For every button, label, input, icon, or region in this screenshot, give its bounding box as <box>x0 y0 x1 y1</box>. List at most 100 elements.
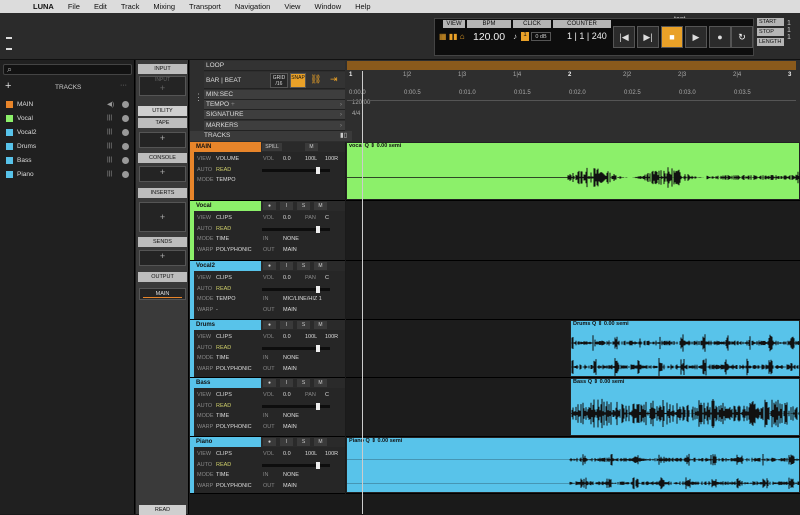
in-value[interactable]: MIC/LINE/HIZ 1 <box>283 294 322 305</box>
console-slot[interactable]: + <box>139 166 186 182</box>
pan-left-value[interactable]: 100L <box>305 154 317 165</box>
mute-button[interactable]: M <box>305 143 318 151</box>
tape-slot[interactable]: + <box>139 132 186 148</box>
record-arm-icon[interactable] <box>122 157 129 164</box>
output-section[interactable]: OUTPUT <box>138 272 187 282</box>
rulers-menu-icon[interactable]: ⋮ <box>194 92 203 103</box>
sends-section[interactable]: SENDS <box>138 237 187 247</box>
input-monitor-button[interactable]: I <box>280 202 293 210</box>
sends-slot[interactable]: + <box>139 250 186 266</box>
menu-edit[interactable]: Edit <box>87 2 114 11</box>
click-level[interactable]: 0 dB <box>531 32 551 41</box>
forward-button[interactable]: ▶| <box>637 26 659 48</box>
tempo-label[interactable]: TEMPO + › <box>204 100 345 110</box>
vol-value[interactable]: 0.0 <box>283 332 291 343</box>
pan-value[interactable]: C <box>325 273 329 284</box>
panel-toggle-icon[interactable] <box>6 37 12 52</box>
solo-button[interactable]: S <box>297 262 310 270</box>
volume-fader[interactable] <box>262 166 330 174</box>
vol-value[interactable]: 0.0 <box>283 273 291 284</box>
menu-file[interactable]: File <box>61 2 87 11</box>
search-input[interactable]: ⌕ <box>3 64 132 75</box>
volume-fader-knob[interactable] <box>316 225 321 233</box>
input-monitor-button[interactable]: I <box>280 321 293 329</box>
volume-fader[interactable] <box>262 225 330 233</box>
pan-left-value[interactable]: 100L <box>305 332 317 343</box>
volume-fader-knob[interactable] <box>316 285 321 293</box>
solo-button[interactable]: S <box>297 202 310 210</box>
loop-button[interactable]: ↻ <box>731 26 753 48</box>
pan-right-value[interactable]: 100R <box>325 449 338 460</box>
input-slot[interactable]: INPUT + <box>139 76 186 96</box>
vol-value[interactable]: 0.0 <box>283 449 291 460</box>
length-label[interactable]: LENGTH <box>757 38 784 46</box>
track-list-item[interactable]: Vocal2 ||| <box>0 126 135 140</box>
menu-track[interactable]: Track <box>114 2 146 11</box>
link-icon[interactable]: ⛓ <box>310 74 324 86</box>
tape-section[interactable]: TAPE <box>138 118 187 128</box>
solo-button[interactable]: S <box>297 438 310 446</box>
out-value[interactable]: MAIN <box>283 422 297 433</box>
mute-button[interactable]: M <box>314 379 327 387</box>
mute-button[interactable]: M <box>314 321 327 329</box>
pan-value[interactable]: C <box>325 390 329 401</box>
auto-value[interactable]: READ <box>216 460 231 471</box>
warp-value[interactable]: POLYPHONIC <box>216 245 252 256</box>
spill-button[interactable]: SPILL <box>262 143 282 151</box>
menu-view[interactable]: View <box>277 2 307 11</box>
console-section[interactable]: CONSOLE <box>138 153 187 163</box>
tempo-add[interactable]: + <box>231 101 235 108</box>
record-button[interactable]: ● <box>263 321 276 329</box>
view-value[interactable]: VOLUME <box>216 154 239 165</box>
auto-value[interactable]: READ <box>216 224 231 235</box>
pan-right-value[interactable]: 100R <box>325 332 338 343</box>
volume-fader[interactable] <box>262 461 330 469</box>
record-arm-icon[interactable] <box>122 143 129 150</box>
pan-left-value[interactable]: 100L <box>305 449 317 460</box>
counter-value[interactable]: 1 | 1 | 240 <box>567 31 607 41</box>
record-button[interactable]: ● <box>263 379 276 387</box>
record-button[interactable]: ● <box>263 262 276 270</box>
menu-navigation[interactable]: Navigation <box>228 2 277 11</box>
menu-app[interactable]: LUNA <box>26 2 61 11</box>
play-button[interactable]: ▶ <box>685 26 707 48</box>
audio-clip[interactable]: Bass Q ⇕ 0.00 semi <box>570 378 800 436</box>
volume-fader[interactable] <box>262 285 330 293</box>
tempo-expand-icon[interactable]: › <box>340 100 342 110</box>
in-value[interactable]: NONE <box>283 234 299 245</box>
view-value[interactable]: CLIPS <box>216 449 232 460</box>
menu-mixing[interactable]: Mixing <box>146 2 182 11</box>
in-value[interactable]: NONE <box>283 411 299 422</box>
follow-icon[interactable]: ⇥ <box>330 74 342 86</box>
out-value[interactable]: MAIN <box>283 364 297 375</box>
solo-button[interactable]: S <box>297 379 310 387</box>
warp-value[interactable]: POLYPHONIC <box>216 364 252 375</box>
more-icon[interactable]: ··· <box>120 82 127 89</box>
stop-label[interactable]: STOP <box>757 28 784 36</box>
record-button[interactable]: ● <box>263 202 276 210</box>
record-button[interactable]: ● <box>709 26 731 48</box>
tracks-section-icon[interactable]: ▮▯ <box>340 131 347 141</box>
volume-fader-knob[interactable] <box>316 461 321 469</box>
input-section[interactable]: INPUT <box>138 64 187 74</box>
audio-clip[interactable]: Drums Q ⇕ 0.00 semi <box>570 320 800 377</box>
warp-value[interactable]: POLYPHONIC <box>216 481 252 492</box>
volume-fader-knob[interactable] <box>316 344 321 352</box>
menu-window[interactable]: Window <box>307 2 348 11</box>
mode-value[interactable]: TEMPO <box>216 294 236 305</box>
mode-value[interactable]: TIME <box>216 234 229 245</box>
record-arm-icon[interactable] <box>122 101 129 108</box>
vol-value[interactable]: 0.0 <box>283 213 291 224</box>
auto-value[interactable]: READ <box>216 284 231 295</box>
input-monitor-button[interactable]: I <box>280 438 293 446</box>
pan-value[interactable]: C <box>325 213 329 224</box>
loop-range[interactable] <box>347 61 796 70</box>
volume-fader[interactable] <box>262 344 330 352</box>
input-monitor-button[interactable]: I <box>280 262 293 270</box>
track-header-name[interactable]: MAIN <box>194 142 261 152</box>
snap-button[interactable]: SNAP <box>290 73 306 88</box>
auto-value[interactable]: READ <box>216 343 231 354</box>
view-value[interactable]: CLIPS <box>216 273 232 284</box>
auto-value[interactable]: READ <box>216 165 231 176</box>
stop-button[interactable]: ■ <box>661 26 683 48</box>
